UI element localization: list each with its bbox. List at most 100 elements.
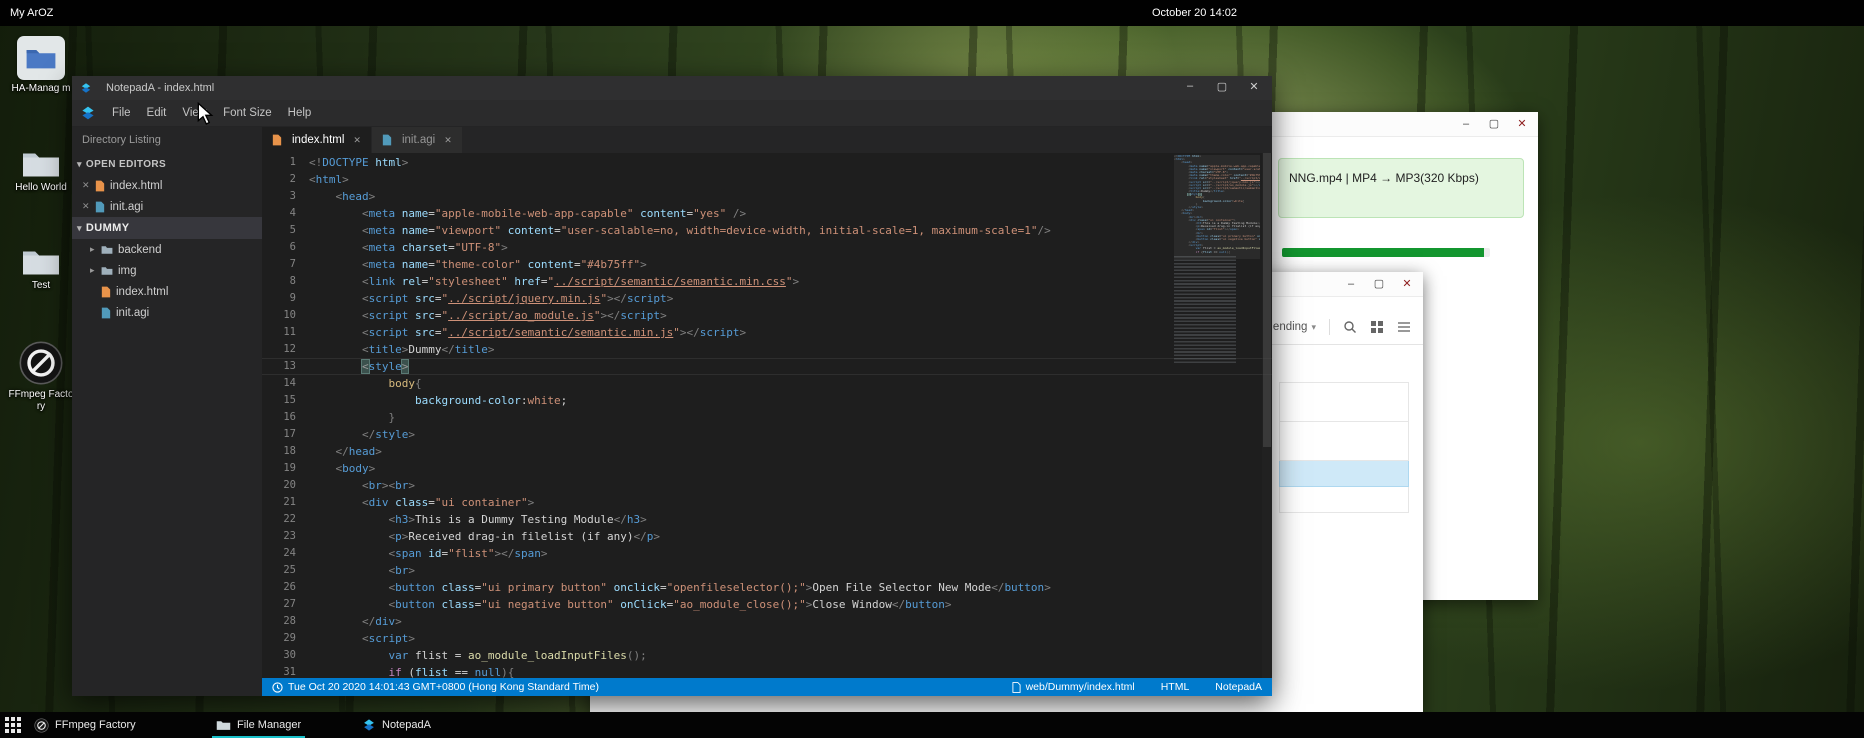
desktop-icon-test[interactable]: Test [2,246,80,292]
maximize-icon[interactable]: ▢ [1216,80,1228,93]
line-number: 30 [262,647,309,664]
code-line[interactable]: 16 } [262,409,1272,426]
scrollbar-thumb[interactable] [1263,153,1271,447]
code-line[interactable]: 10 <script src="../script/ao_module.js">… [262,307,1272,324]
code-line[interactable]: 24 <span id="flist"></span> [262,545,1272,562]
sidebar-item-dummy-init-agi[interactable]: init.agi [72,302,262,323]
line-content: } [309,409,395,426]
line-number: 25 [262,562,309,579]
menu-file[interactable]: File [104,104,139,122]
line-number: 3 [262,188,309,205]
code-line[interactable]: 28 </div> [262,613,1272,630]
line-number: 17 [262,426,309,443]
tab-index-html[interactable]: index.html✕ [262,127,372,153]
code-line[interactable]: 8 <link rel="stylesheet" href="../script… [262,273,1272,290]
desktop-icon-ha-manager[interactable]: HA-Manag m [2,36,80,95]
code-line[interactable]: 15 background-color:white; [262,392,1272,409]
sidebar-section-open-editors[interactable]: ▾OPEN EDITORS [72,153,262,175]
maximize-icon[interactable]: ▢ [1488,116,1500,132]
code-line[interactable]: 18 </head> [262,443,1272,460]
taskbar-item-ffmpeg-factory[interactable]: FFmpeg Factory [26,712,144,738]
taskbar-item-notepada[interactable]: NotepadA [354,712,439,738]
code-line[interactable]: 19 <body> [262,460,1272,477]
close-icon[interactable]: ✕ [1516,116,1528,132]
line-content: </div> [309,613,402,630]
code-line[interactable]: 7 <meta name="theme-color" content="#4b7… [262,256,1272,273]
code-line[interactable]: 30 var flist = ao_module_loadInputFiles(… [262,647,1272,664]
maximize-icon[interactable]: ▢ [1373,276,1385,292]
minimap[interactable]: <!DOCTYPE html><html> <head> <meta name=… [1174,155,1260,678]
status-file-path[interactable]: web/Dummy/index.html [1012,681,1135,693]
minimize-icon[interactable]: – [1184,80,1196,93]
tab-init-agi[interactable]: init.agi✕ [372,127,463,153]
code-line[interactable]: 29 <script> [262,630,1272,647]
item-label: img [118,265,137,277]
sort-dropdown[interactable]: ending ▾ [1273,321,1316,333]
list-item[interactable] [1279,487,1409,513]
list-view-icon[interactable] [1397,320,1411,334]
grid-view-icon[interactable] [1370,320,1384,334]
code-line[interactable]: 17 </style> [262,426,1272,443]
editor-scrollbar[interactable] [1262,153,1272,678]
code-editor[interactable]: 1<!DOCTYPE html>2<html>3 <head>4 <meta n… [262,153,1272,678]
taskbar-item-file-manager[interactable]: File Manager [208,712,309,738]
code-line[interactable]: 12 <title>Dummy</title> [262,341,1272,358]
code-line[interactable]: 31 if (flist == null){ [262,664,1272,678]
status-bar: Tue Oct 20 2020 14:01:43 GMT+0800 (Hong … [262,678,1272,696]
sidebar-section-dummy[interactable]: ▾DUMMY [72,217,262,239]
code-line[interactable]: 3 <head> [262,188,1272,205]
sidebar-item-open-editors-index-html[interactable]: ✕index.html [72,175,262,196]
sidebar-item-open-editors-init-agi[interactable]: ✕init.agi [72,196,262,217]
code-line[interactable]: 5 <meta name="viewport" content="user-sc… [262,222,1272,239]
list-item[interactable] [1279,422,1409,461]
status-language[interactable]: HTML [1161,681,1190,693]
minimize-icon[interactable]: – [1345,276,1357,292]
sidebar-item-dummy-index-html[interactable]: index.html [72,281,262,302]
code-line[interactable]: 14 body{ [262,375,1272,392]
notepada-icon [362,718,376,732]
sidebar-item-dummy-img[interactable]: ▸img [72,260,262,281]
code-line[interactable]: 27 <button class="ui negative button" on… [262,596,1272,613]
code-line[interactable]: 9 <script src="../script/jquery.min.js">… [262,290,1272,307]
code-line[interactable]: 25 <br> [262,562,1272,579]
search-icon[interactable] [1343,320,1357,334]
code-line[interactable]: 23 <p>Received drag-in filelist (if any)… [262,528,1272,545]
code-line[interactable]: 26 <button class="ui primary button" onc… [262,579,1272,596]
list-item[interactable] [1279,382,1409,422]
close-icon[interactable]: ✕ [82,201,95,212]
code-line[interactable]: 21 <div class="ui container"> [262,494,1272,511]
close-icon[interactable]: ✕ [1401,276,1413,292]
code-line[interactable]: 1<!DOCTYPE html> [262,154,1272,171]
minimize-icon[interactable]: – [1460,116,1472,132]
code-line[interactable]: 6 <meta charset="UTF-8"> [262,239,1272,256]
code-line[interactable]: 11 <script src="../script/semantic/seman… [262,324,1272,341]
list-item-selected[interactable] [1279,461,1409,487]
sidebar-item-dummy-backend[interactable]: ▸backend [72,239,262,260]
line-number: 18 [262,443,309,460]
desktop-icon-ffmpeg-factory[interactable]: FFmpeg Factory [2,340,80,413]
notepada-window: NotepadA - index.html – ▢ ✕ FileEditView… [72,76,1272,696]
code-line[interactable]: 20 <br><br> [262,477,1272,494]
code-line[interactable]: 13 <style> [262,358,1272,375]
start-menu-icon[interactable] [5,717,21,733]
line-number: 8 [262,273,309,290]
chevron-down-icon: ▾ [77,159,82,170]
line-content: if (flist == null){ [309,664,514,678]
notepada-titlebar[interactable]: NotepadA - index.html – ▢ ✕ [72,76,1272,100]
menu-view[interactable]: View [174,104,215,122]
close-icon[interactable]: ✕ [444,135,452,146]
menu-font-size[interactable]: Font Size [215,104,280,122]
close-icon[interactable]: ✕ [82,180,95,191]
close-icon[interactable]: ✕ [353,135,361,146]
code-line[interactable]: 4 <meta name="apple-mobile-web-app-capab… [262,205,1272,222]
sidebar-header[interactable]: Directory Listing [72,127,262,153]
chevron-down-icon: ▾ [77,223,82,234]
close-icon[interactable]: ✕ [1248,80,1260,93]
code-line[interactable]: 22 <h3>This is a Dummy Testing Module</h… [262,511,1272,528]
agi-file-icon [95,201,105,213]
menu-help[interactable]: Help [280,104,320,122]
menu-edit[interactable]: Edit [139,104,175,122]
system-menu[interactable]: My ArOZ [10,7,53,19]
desktop-icon-hello-world[interactable]: Hello World [2,148,80,194]
code-line[interactable]: 2<html> [262,171,1272,188]
